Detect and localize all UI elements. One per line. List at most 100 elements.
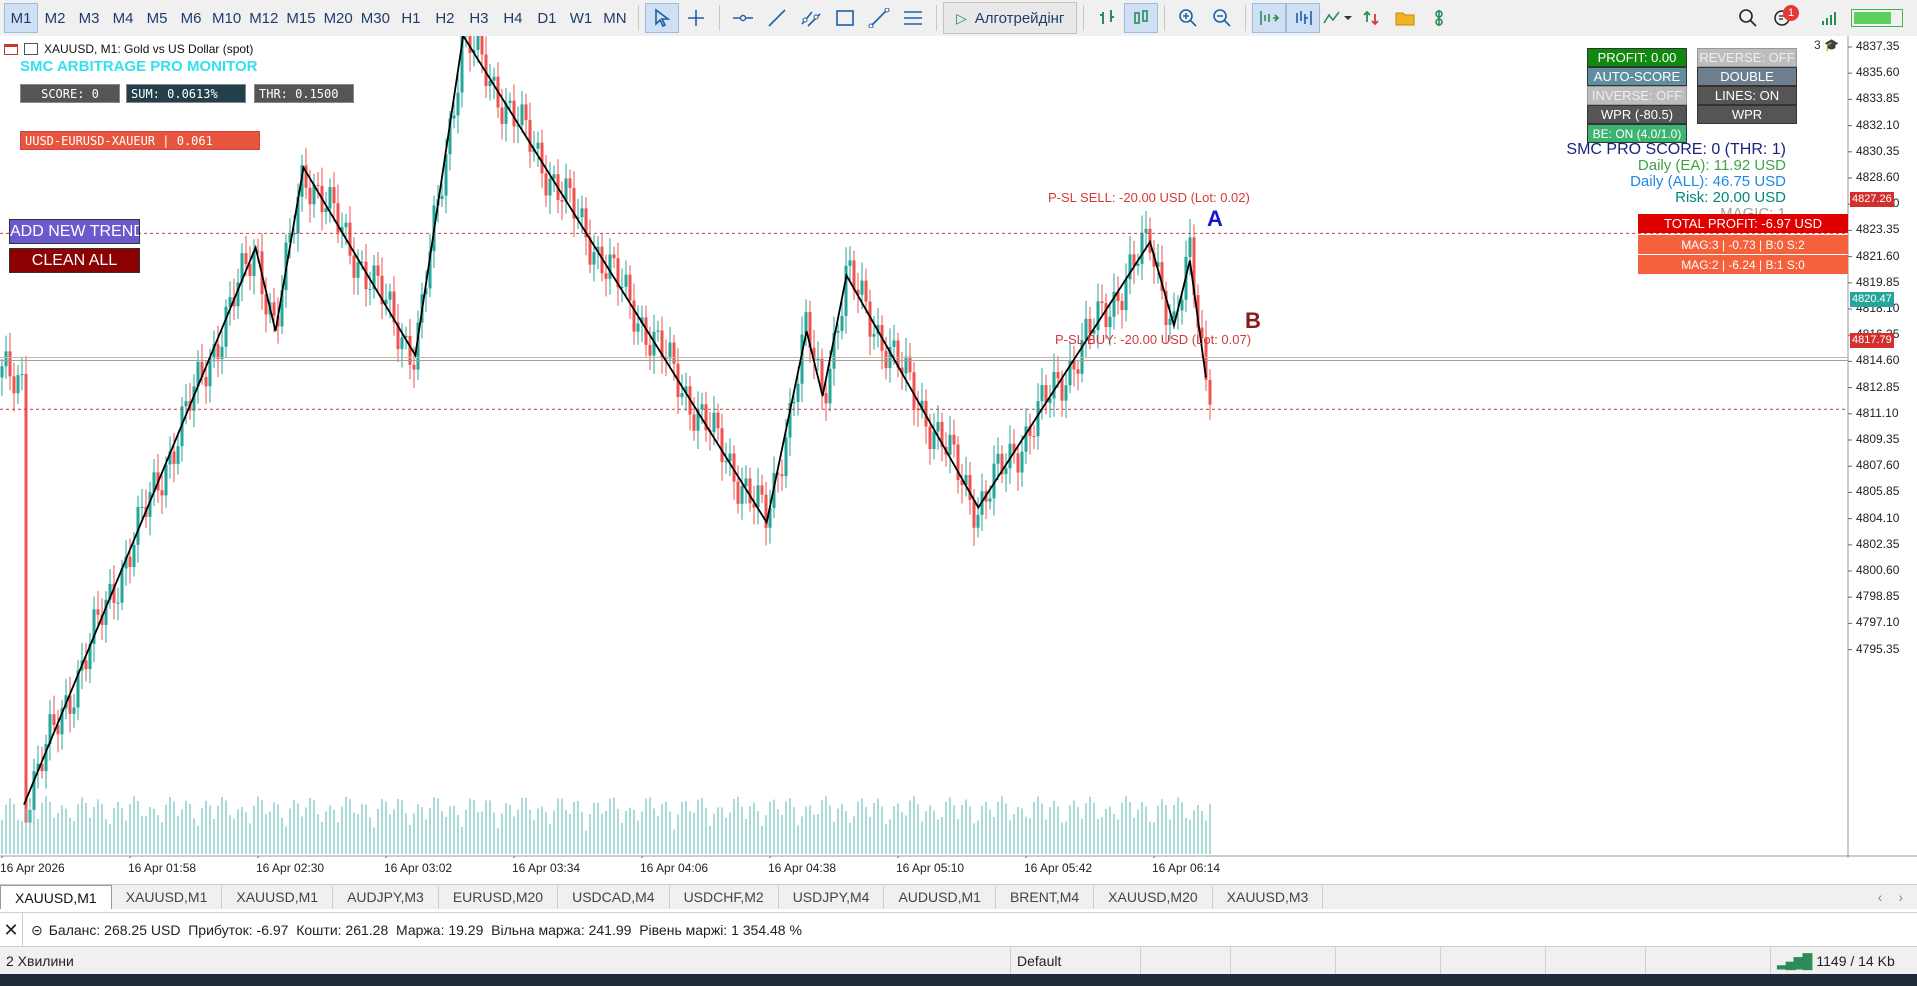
close-icon[interactable]: ✕: [0, 913, 23, 947]
zoom-out-icon[interactable]: [1205, 3, 1239, 33]
candle-body: [440, 195, 444, 200]
candle-body: [224, 306, 228, 347]
status-empty-4: [1440, 947, 1545, 975]
trendline-icon[interactable]: [760, 3, 794, 33]
chart-tab[interactable]: XAUUSD,M1: [0, 885, 112, 909]
candle-body: [536, 142, 540, 149]
timeframe-h2[interactable]: H2: [428, 3, 462, 33]
bar-chart-icon[interactable]: [1090, 3, 1124, 33]
timeframe-m3[interactable]: M3: [72, 3, 106, 33]
candle-body: [272, 302, 276, 316]
zoom-in-icon[interactable]: [1171, 3, 1205, 33]
candle-body: [648, 344, 652, 356]
timeframe-m6[interactable]: M6: [174, 3, 208, 33]
objects-list-icon[interactable]: [896, 3, 930, 33]
menu-icon[interactable]: [4, 43, 18, 55]
time-axis-label: 16 Apr 04:06: [640, 861, 709, 875]
horizontal-line-icon[interactable]: [726, 3, 760, 33]
auto-scroll-icon[interactable]: [1252, 3, 1287, 33]
timeframe-m15[interactable]: M15: [282, 3, 319, 33]
candle-body: [540, 142, 544, 174]
candle-body: [116, 602, 120, 604]
trade-icon[interactable]: [1354, 3, 1388, 33]
candlestick-icon[interactable]: [1124, 3, 1159, 33]
timeframe-m10[interactable]: M10: [208, 3, 245, 33]
timeframe-m2[interactable]: M2: [38, 3, 72, 33]
price-axis-label: 4819.85: [1856, 274, 1900, 289]
chart-tab[interactable]: USDCAD,M4: [558, 885, 670, 909]
chart-tab[interactable]: USDJPY,M4: [779, 885, 885, 909]
signals-icon[interactable]: [1422, 3, 1456, 33]
timeframe-m5[interactable]: M5: [140, 3, 174, 33]
point-a-label: A: [1207, 206, 1223, 231]
candle-body: [1124, 279, 1128, 311]
candle-body: [1140, 232, 1144, 264]
timeframe-m12[interactable]: M12: [245, 3, 282, 33]
tab-scroll-right-icon[interactable]: ›: [1898, 889, 1903, 905]
timeframe-h3[interactable]: H3: [462, 3, 496, 33]
folder-icon[interactable]: [1388, 3, 1422, 33]
chart-tab[interactable]: XAUUSD,M20: [1094, 885, 1213, 909]
timeframe-d1[interactable]: D1: [530, 3, 564, 33]
timeframe-m1[interactable]: M1: [4, 3, 38, 33]
inverse-button[interactable]: INVERSE: OFF: [1587, 86, 1687, 105]
chart-tab[interactable]: USDCHF,M2: [670, 885, 779, 909]
timeframe-w1[interactable]: W1: [564, 3, 598, 33]
chart-tab[interactable]: XAUUSD,M1: [222, 885, 334, 909]
chart-tab[interactable]: AUDJPY,M3: [333, 885, 439, 909]
timeframe-m20[interactable]: M20: [320, 3, 357, 33]
rectangle-icon[interactable]: [828, 3, 862, 33]
chart-tab[interactable]: EURUSD,M20: [439, 885, 559, 909]
timeframe-h4[interactable]: H4: [496, 3, 530, 33]
candle-body: [1024, 426, 1028, 452]
notifications-icon[interactable]: 1: [1765, 3, 1799, 33]
candle-body: [928, 426, 932, 450]
status-empty-6: [1645, 947, 1770, 975]
chart-tab[interactable]: XAUUSD,M3: [1213, 885, 1324, 909]
price-axis-label: 4835.60: [1856, 65, 1900, 80]
candle-body: [716, 412, 720, 429]
lines-button[interactable]: LINES: ON: [1697, 86, 1797, 105]
profit-button[interactable]: PROFIT: 0.00: [1587, 48, 1687, 67]
channel-icon[interactable]: [794, 3, 828, 33]
chart-tab[interactable]: AUDUSD,M1: [884, 885, 996, 909]
candle-body: [860, 280, 864, 295]
chart-type-icon[interactable]: [24, 43, 38, 55]
wpr-value-button[interactable]: WPR (-80.5): [1587, 105, 1687, 124]
price-chart[interactable]: XAUUSD, M1: Gold vs US Dollar (spot) 3 🎓…: [0, 36, 1917, 875]
timeframe-mn[interactable]: MN: [598, 3, 632, 33]
candle-body: [1168, 318, 1172, 326]
candle-body: [352, 255, 356, 278]
crosshair-icon[interactable]: [679, 3, 713, 33]
candle-body: [1188, 237, 1192, 257]
cursor-icon[interactable]: [644, 3, 679, 33]
wpr-button[interactable]: WPR: [1697, 105, 1797, 124]
indicators-icon[interactable]: [1320, 3, 1354, 33]
collapse-icon[interactable]: ⊝: [31, 922, 43, 939]
candle-body: [552, 174, 556, 179]
sl-sell-price-tag: 4827.26: [1850, 192, 1894, 207]
timeframe-m30[interactable]: M30: [357, 3, 394, 33]
status-profile[interactable]: Default: [1010, 947, 1140, 975]
total-profit-row: TOTAL PROFIT: -6.97 USD: [1638, 214, 1848, 233]
candle-body: [344, 222, 348, 228]
account-level-fill: [1854, 12, 1891, 24]
timeframe-m4[interactable]: M4: [106, 3, 140, 33]
algo-trading-button[interactable]: ▷ Алготрейдінг: [942, 2, 1078, 34]
add-new-trend-button[interactable]: ADD NEW TREND: [9, 219, 140, 244]
timeframe-h1[interactable]: H1: [394, 3, 428, 33]
point-b-label: B: [1245, 308, 1261, 333]
tab-scroll-left-icon[interactable]: ‹: [1878, 889, 1883, 905]
double-button[interactable]: DOUBLE: [1697, 67, 1797, 86]
clean-all-button[interactable]: CLEAN ALL: [9, 248, 140, 273]
candle-body: [624, 274, 628, 287]
chart-shift-icon[interactable]: [1286, 3, 1321, 33]
reverse-button[interactable]: REVERSE: OFF: [1697, 48, 1797, 67]
one-click-trading-icon[interactable]: 3 🎓: [1814, 38, 1839, 52]
chart-tab[interactable]: BRENT,M4: [996, 885, 1095, 909]
status-bar: 2 Хвилини Default ▂▄▆█ 1149 / 14 Kb: [0, 946, 1917, 975]
auto-score-button[interactable]: AUTO-SCORE: [1587, 67, 1687, 86]
fibonacci-icon[interactable]: [862, 3, 896, 33]
search-icon[interactable]: [1731, 3, 1765, 33]
chart-tab[interactable]: XAUUSD,M1: [112, 885, 223, 909]
